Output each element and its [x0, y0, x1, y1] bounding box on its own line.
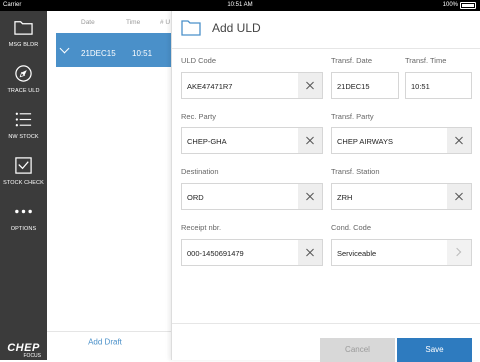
row-date: 21DEC15	[81, 49, 116, 58]
transf-time-label: Transf. Time	[405, 56, 447, 65]
divider	[172, 48, 480, 49]
transf-time-field[interactable]: 10:51	[405, 72, 472, 99]
row-time: 10:51	[132, 49, 153, 58]
draft-list: Date Time # U 21DEC15 10:51	[47, 11, 171, 360]
list-item[interactable]: 21DEC15 10:51	[56, 33, 171, 67]
sidebar-item-label: STOCK CHECK	[3, 180, 44, 186]
chevron-right-icon[interactable]	[447, 240, 471, 265]
clear-uld-code-icon[interactable]	[298, 73, 322, 98]
rec-party-value: CHEP-GHA	[187, 137, 227, 146]
divider	[172, 323, 480, 324]
compass-icon	[15, 65, 32, 82]
uld-code-label: ULD Code	[181, 56, 217, 65]
transf-date-field[interactable]: 21DEC15	[331, 72, 399, 99]
sidebar-item-trace-uld[interactable]: TRACE ULD	[0, 57, 47, 103]
add-uld-panel: Add ULD ULD Code AKE47471R7 Transf. Date…	[171, 11, 480, 362]
chevron-down-icon	[59, 43, 70, 54]
clear-rec-party-icon[interactable]	[298, 128, 322, 153]
transf-station-value: ZRH	[337, 193, 353, 202]
sidebar-item-label: OPTIONS	[10, 226, 37, 232]
rec-party-field[interactable]: CHEP-GHA	[181, 127, 323, 154]
list-icon	[15, 112, 32, 127]
receipt-nbr-value: 000-1450691479	[187, 249, 244, 258]
uld-code-value: AKE47471R7	[187, 82, 233, 91]
cond-code-value: Serviceable	[337, 249, 377, 258]
divider	[47, 331, 171, 332]
column-time: Time	[126, 19, 141, 26]
list-header: Date Time # U	[47, 11, 171, 33]
add-draft-link[interactable]: Add Draft	[70, 338, 140, 347]
chep-logo: CHEP FOCUS	[0, 342, 47, 359]
check-box-icon	[15, 157, 32, 174]
clear-destination-icon[interactable]	[298, 184, 322, 209]
save-button[interactable]: Save	[397, 338, 472, 362]
status-bar: Carrier 10:51 AM 100%	[0, 0, 480, 11]
destination-label: Destination	[181, 167, 219, 176]
rec-party-label: Rec. Party	[181, 112, 217, 121]
transf-date-value: 21DEC15	[337, 82, 370, 91]
transf-station-field[interactable]: ZRH	[331, 183, 472, 210]
page-title: Add ULD	[212, 21, 261, 35]
column-count: # U	[160, 19, 171, 26]
uld-code-field[interactable]: AKE47471R7	[181, 72, 323, 99]
battery-icon	[460, 2, 476, 9]
battery-percent: 100%	[442, 2, 458, 8]
destination-value: ORD	[187, 193, 204, 202]
transf-date-label: Transf. Date	[331, 56, 372, 65]
battery-status: 100%	[443, 0, 476, 11]
folder-icon	[181, 20, 201, 36]
clear-transf-party-icon[interactable]	[447, 128, 471, 153]
sidebar-item-label: MSG BLDR	[8, 42, 39, 48]
destination-field[interactable]: ORD	[181, 183, 323, 210]
sidebar-item-nw-stock[interactable]: NW STOCK	[0, 103, 47, 149]
transf-party-label: Transf. Party	[331, 112, 374, 121]
transf-station-label: Transf. Station	[331, 167, 380, 176]
sidebar-item-label: TRACE ULD	[7, 88, 40, 94]
sidebar-item-options[interactable]: OPTIONS	[0, 195, 47, 241]
clear-receipt-nbr-icon[interactable]	[298, 240, 322, 265]
receipt-nbr-label: Receipt nbr.	[181, 223, 222, 232]
sidebar: MSG BLDR TRACE ULD NW STOCK STOCK CHECK …	[0, 11, 47, 360]
logo-sub: FOCUS	[23, 353, 42, 359]
folder-icon	[14, 21, 33, 35]
sidebar-item-stock-check[interactable]: STOCK CHECK	[0, 149, 47, 195]
column-date: Date	[81, 19, 95, 26]
cond-code-select[interactable]: Serviceable	[331, 239, 472, 266]
sidebar-item-msg-bldr[interactable]: MSG BLDR	[0, 11, 47, 57]
cond-code-label: Cond. Code	[331, 223, 372, 232]
receipt-nbr-field[interactable]: 000-1450691479	[181, 239, 323, 266]
sidebar-item-label: NW STOCK	[8, 134, 39, 140]
transf-party-value: CHEP AIRWAYS	[337, 137, 393, 146]
transf-party-field[interactable]: CHEP AIRWAYS	[331, 127, 472, 154]
more-dots-icon	[15, 209, 32, 214]
transf-time-value: 10:51	[411, 82, 430, 91]
clear-transf-station-icon[interactable]	[447, 184, 471, 209]
clock: 10:51 AM	[227, 2, 253, 8]
cancel-button[interactable]: Cancel	[320, 338, 395, 362]
